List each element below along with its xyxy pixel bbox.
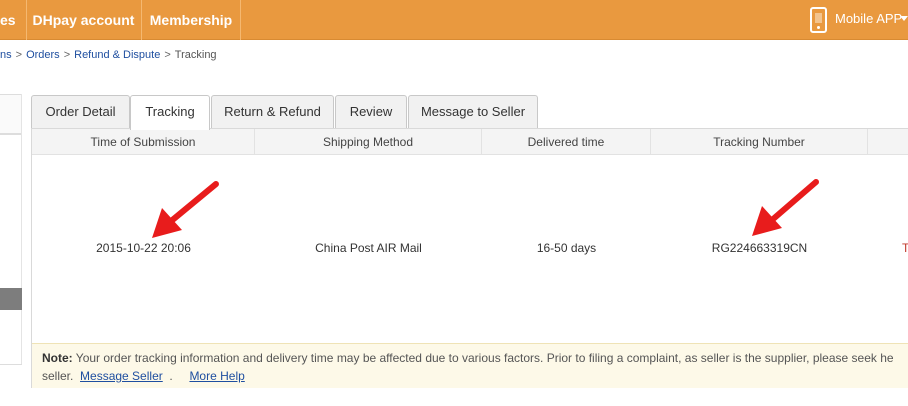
- red-arrow-icon: [152, 181, 219, 238]
- column-header-time-of-submission: Time of Submission: [32, 129, 255, 155]
- tab-tracking[interactable]: Tracking: [130, 95, 210, 130]
- note-label: Note:: [42, 351, 73, 365]
- breadcrumb-separator: >: [164, 49, 171, 61]
- tab-review[interactable]: Review: [335, 95, 407, 129]
- breadcrumb-item-partial[interactable]: ns: [0, 49, 12, 61]
- nav-item-dhpay-account[interactable]: DHpay account: [26, 0, 141, 40]
- tab-return-refund[interactable]: Return & Refund: [211, 95, 334, 129]
- column-header-tracking-number: Tracking Number: [651, 129, 868, 155]
- sidebar-divider: [0, 134, 22, 135]
- breadcrumb-separator: >: [63, 49, 71, 61]
- note-prefix: seller.: [42, 369, 74, 383]
- sidebar-divider: [0, 364, 22, 365]
- note-line-2: seller. Message Seller . More Help: [42, 367, 908, 385]
- nav-item-partial[interactable]: es: [0, 0, 26, 40]
- more-help-link[interactable]: More Help: [189, 369, 244, 383]
- tab-order-detail[interactable]: Order Detail: [31, 95, 130, 129]
- chevron-down-icon: [900, 16, 908, 21]
- breadcrumb: ns > Orders > Refund & Dispute > Tracking: [0, 49, 217, 61]
- note-text: Your order tracking information and deli…: [75, 351, 894, 365]
- cell-status-partial[interactable]: T: [902, 241, 908, 255]
- cell-delivered-time: 16-50 days: [536, 241, 597, 255]
- column-header-shipping-method: Shipping Method: [255, 129, 482, 155]
- mobile-phone-icon: [810, 7, 827, 33]
- message-seller-link[interactable]: Message Seller: [80, 369, 163, 383]
- nav-divider: [240, 0, 241, 40]
- mobile-app-menu[interactable]: Mobile APP: [810, 0, 908, 40]
- nav-item-membership[interactable]: Membership: [142, 0, 240, 40]
- note-dot: .: [169, 369, 173, 383]
- tab-message-to-seller[interactable]: Message to Seller: [408, 95, 538, 129]
- breadcrumb-item-orders[interactable]: Orders: [26, 49, 60, 61]
- column-header-delivered-time: Delivered time: [482, 129, 651, 155]
- note-box: Note: Your order tracking information an…: [32, 343, 908, 388]
- tracking-panel: Time of Submission Shipping Method Deliv…: [31, 128, 908, 388]
- sidebar-item-selected[interactable]: [0, 288, 22, 310]
- red-arrow-icon: [752, 179, 819, 236]
- breadcrumb-separator: >: [15, 49, 23, 61]
- table-header: Time of Submission Shipping Method Deliv…: [32, 129, 908, 155]
- breadcrumb-item-refund-dispute[interactable]: Refund & Dispute: [74, 49, 160, 61]
- column-header-partial: [868, 129, 908, 155]
- note-line-1: Note: Your order tracking information an…: [42, 349, 908, 367]
- breadcrumb-item-tracking: Tracking: [174, 49, 217, 61]
- sidebar-header-fragment: [0, 94, 22, 134]
- mobile-app-label: Mobile APP: [835, 11, 903, 26]
- top-nav-bar: es DHpay account Membership Mobile APP: [0, 0, 908, 40]
- cell-shipping-method: China Post AIR Mail: [315, 241, 422, 255]
- sidebar-border: [21, 94, 22, 364]
